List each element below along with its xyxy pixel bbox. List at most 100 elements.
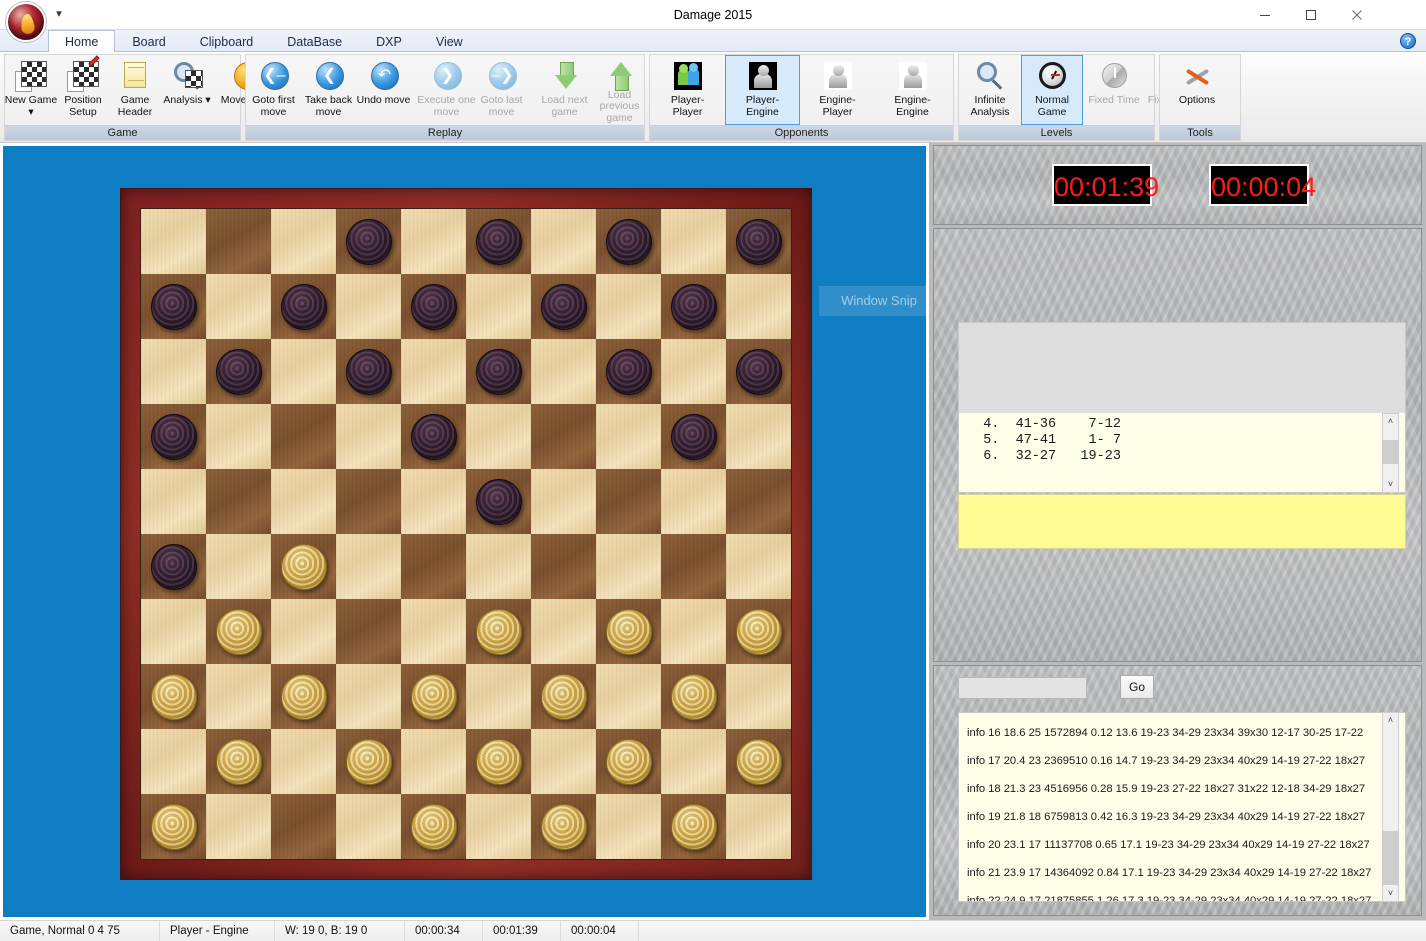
tab-database[interactable]: DataBase <box>270 30 359 52</box>
black-piece[interactable] <box>150 543 197 590</box>
black-piece[interactable] <box>150 283 197 330</box>
board-square[interactable] <box>466 729 531 794</box>
board-square[interactable] <box>531 469 596 534</box>
black-piece[interactable] <box>735 218 782 265</box>
move-list-scrollbar[interactable]: ˄ ˅ <box>1382 413 1399 493</box>
board-square[interactable] <box>141 599 206 664</box>
engine-go-button[interactable]: Go <box>1120 675 1154 699</box>
board-square[interactable] <box>531 404 596 469</box>
board-square[interactable] <box>141 469 206 534</box>
white-piece[interactable] <box>670 803 717 850</box>
move-notes-box[interactable] <box>958 494 1406 549</box>
board-square[interactable] <box>596 534 661 599</box>
game-header-button[interactable]: Game Header <box>109 55 161 125</box>
scroll-up-icon[interactable]: ˄ <box>1383 414 1398 429</box>
board-square[interactable] <box>141 729 206 794</box>
board-square[interactable] <box>596 469 661 534</box>
white-piece[interactable] <box>410 673 457 720</box>
black-piece[interactable] <box>670 413 717 460</box>
white-piece[interactable] <box>215 608 262 655</box>
normal-game-button[interactable]: Normal Game <box>1021 55 1083 125</box>
board-square[interactable] <box>531 729 596 794</box>
board-square[interactable] <box>726 209 791 274</box>
player-engine-button[interactable]: Player-Engine <box>725 55 800 125</box>
board-square[interactable] <box>531 209 596 274</box>
board-square[interactable] <box>466 274 531 339</box>
black-piece[interactable] <box>150 413 197 460</box>
tab-dxp[interactable]: DXP <box>359 30 419 52</box>
board-square[interactable] <box>206 274 271 339</box>
board-square[interactable] <box>141 339 206 404</box>
board-square[interactable] <box>141 794 206 859</box>
board-square[interactable] <box>271 339 336 404</box>
board-square[interactable] <box>336 599 401 664</box>
black-piece[interactable] <box>605 218 652 265</box>
close-button[interactable] <box>1334 0 1380 30</box>
tab-view[interactable]: View <box>419 30 480 52</box>
scroll-down-icon[interactable]: ˅ <box>1383 886 1398 901</box>
engine-engine-button[interactable]: Engine-Engine <box>875 55 950 125</box>
application-menu-button[interactable] <box>6 2 46 42</box>
take-back-move-button[interactable]: ❮ Take back move <box>301 55 356 125</box>
board-square[interactable] <box>271 404 336 469</box>
board-square[interactable] <box>726 534 791 599</box>
board-square[interactable] <box>336 274 401 339</box>
white-piece[interactable] <box>280 543 327 590</box>
scrollbar-thumb[interactable] <box>1383 831 1398 885</box>
board-square[interactable] <box>271 794 336 859</box>
black-piece[interactable] <box>475 478 522 525</box>
tab-home[interactable]: Home <box>48 30 116 53</box>
undo-move-button[interactable]: ↶ Undo move <box>356 55 411 125</box>
board-square[interactable] <box>596 339 661 404</box>
black-piece[interactable] <box>670 283 717 330</box>
board-square[interactable] <box>401 274 466 339</box>
board-square[interactable] <box>726 599 791 664</box>
board-square[interactable] <box>726 469 791 534</box>
board-square[interactable] <box>661 274 726 339</box>
board-square[interactable] <box>141 664 206 729</box>
white-piece[interactable] <box>540 673 587 720</box>
board-square[interactable] <box>466 794 531 859</box>
board-square[interactable] <box>596 209 661 274</box>
board-square[interactable] <box>596 274 661 339</box>
board-square[interactable] <box>531 794 596 859</box>
board-square[interactable] <box>141 534 206 599</box>
white-piece[interactable] <box>150 673 197 720</box>
board-square[interactable] <box>466 404 531 469</box>
black-piece[interactable] <box>280 283 327 330</box>
board-square[interactable] <box>336 534 401 599</box>
board-square[interactable] <box>466 209 531 274</box>
board-square[interactable] <box>271 534 336 599</box>
board-square[interactable] <box>336 339 401 404</box>
board-square[interactable] <box>271 729 336 794</box>
board-square[interactable] <box>661 534 726 599</box>
board-square[interactable] <box>271 599 336 664</box>
position-setup-button[interactable]: Position Setup <box>57 55 109 125</box>
black-piece[interactable] <box>475 218 522 265</box>
board-square[interactable] <box>271 274 336 339</box>
board-square[interactable] <box>596 794 661 859</box>
scroll-down-icon[interactable]: ˅ <box>1383 477 1398 492</box>
board-square[interactable] <box>271 469 336 534</box>
white-piece[interactable] <box>605 608 652 655</box>
board-square[interactable] <box>466 534 531 599</box>
board-square[interactable] <box>336 729 401 794</box>
board-square[interactable] <box>531 274 596 339</box>
board-square[interactable] <box>596 729 661 794</box>
black-piece[interactable] <box>735 348 782 395</box>
board-square[interactable] <box>596 599 661 664</box>
player-player-button[interactable]: Player-Player <box>650 55 725 125</box>
board-square[interactable] <box>466 599 531 664</box>
board-square[interactable] <box>401 664 466 729</box>
board-square[interactable] <box>596 664 661 729</box>
board-square[interactable] <box>531 599 596 664</box>
black-piece[interactable] <box>605 348 652 395</box>
black-piece[interactable] <box>345 218 392 265</box>
board-square[interactable] <box>401 209 466 274</box>
board-square[interactable] <box>401 794 466 859</box>
board-square[interactable] <box>726 664 791 729</box>
board-square[interactable] <box>466 469 531 534</box>
white-piece[interactable] <box>670 673 717 720</box>
board-square[interactable] <box>401 404 466 469</box>
board-square[interactable] <box>141 209 206 274</box>
